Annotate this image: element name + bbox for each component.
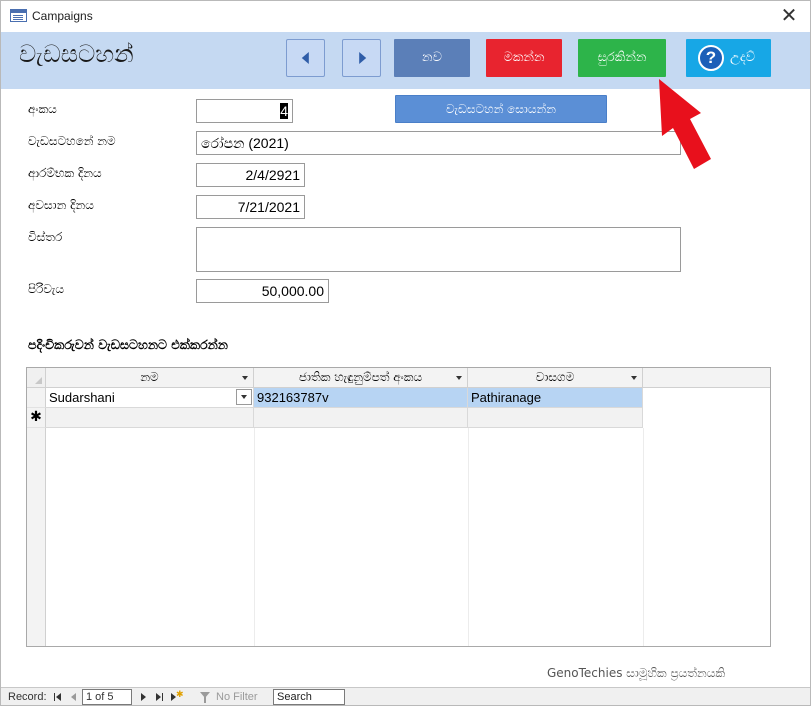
column-header-empty [643,368,770,388]
window-title: Campaigns [32,9,93,23]
table-cell-nic[interactable]: 932163787v [254,388,468,408]
chevron-down-icon[interactable] [631,376,637,380]
id-field[interactable]: 4 [196,99,293,123]
new-row-cell[interactable] [254,408,468,428]
footer-credit: GenoTechies සාමූහික ප්‍රයත්නයකි [547,666,726,680]
record-search-input[interactable]: Search [273,689,345,705]
chevron-down-icon[interactable] [236,389,252,405]
column-header-nic-label: ජාතික හැඳුනුම්පත් අංකය [298,370,423,384]
new-record-marker[interactable]: ✱ [27,408,46,428]
cell-text: Sudarshani [49,390,115,405]
next-record-button[interactable] [342,39,381,77]
next-record-icon[interactable] [139,692,148,702]
no-filter-label: No Filter [216,691,258,703]
previous-record-icon[interactable] [69,692,78,702]
first-record-icon[interactable] [53,692,62,702]
chevron-down-icon[interactable] [456,376,462,380]
campaigns-window: Campaigns ✕ වැඩසටහන් නව මකන්න සුරකින්න ?… [0,0,811,706]
triangle-left-icon [301,52,309,64]
end-date-label: අවසාන දිනය [28,198,94,212]
column-divider [643,428,644,646]
chevron-down-icon[interactable] [242,376,248,380]
details-field[interactable] [196,227,681,272]
column-header-surname[interactable]: වාසගම [468,368,643,388]
red-arrow-icon [659,79,711,169]
end-date-field[interactable]: 7/21/2021 [196,195,305,219]
column-divider [254,428,255,646]
column-header-nic[interactable]: ජාතික හැඳුනුම්පත් අංකය [254,368,468,388]
search-campaigns-button[interactable]: වැඩසටහන් සොයන්න [395,95,607,123]
record-navigation-bar: Record: 1 of 5 No Filter Search [1,687,810,705]
column-header-name[interactable]: නම [46,368,254,388]
details-label: විස්තර [28,230,63,244]
column-divider [468,428,469,646]
previous-record-button[interactable] [286,39,325,77]
row-selector[interactable] [27,388,46,408]
record-position-field[interactable]: 1 of 5 [82,689,132,705]
close-icon[interactable]: ✕ [778,4,800,26]
campaign-name-label: වැඩසටහනේ නම [28,134,116,148]
form-title: වැඩසටහන් [19,40,134,68]
title-bar: Campaigns ✕ [1,1,810,32]
residents-datasheet: නම ජාතික හැඳුනුම්පත් අංකය වාසගම Sudarsha… [26,367,771,647]
new-row-cell[interactable] [468,408,643,428]
start-date-field[interactable]: 2/4/2921 [196,163,305,187]
new-button[interactable]: නව [394,39,470,77]
no-filter-button[interactable]: No Filter [200,691,258,703]
delete-button[interactable]: මකන්න [486,39,562,77]
id-label: අංකය [28,102,57,116]
column-header-surname-label: වාසගම [535,370,575,384]
campaign-name-field[interactable]: රෝපන (2021) [196,131,681,155]
new-record-icon[interactable] [171,689,184,702]
cost-label: පිරිවැය [28,282,64,296]
question-circle-icon: ? [698,45,724,71]
id-value: 4 [280,103,288,119]
filter-icon [200,692,210,703]
record-label: Record: [8,691,47,703]
row-selector-column [27,428,46,646]
subform-title: පදිංචිකරුවන් වැඩසටහනට එක්කරන්න [28,337,228,352]
help-button[interactable]: ? උදව් [686,39,771,77]
table-cell-surname[interactable]: Pathiranage [468,388,643,408]
column-header-name-label: නම [140,370,159,384]
table-cell-name[interactable]: Sudarshani [46,388,254,408]
select-all-corner[interactable] [27,368,46,388]
form-icon [10,9,27,22]
save-button[interactable]: සුරකින්න [578,39,666,77]
last-record-icon[interactable] [155,692,164,702]
start-date-label: ආරම්භක දිනය [28,166,102,180]
triangle-right-icon [358,52,366,64]
cost-field[interactable]: 50,000.00 [196,279,329,303]
help-label: උදව් [730,50,756,65]
new-row-cell[interactable] [46,408,254,428]
